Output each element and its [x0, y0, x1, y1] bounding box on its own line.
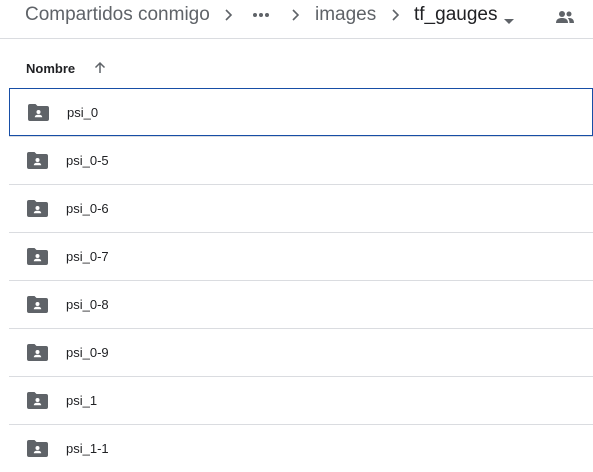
breadcrumb-current[interactable]: tf_gauges: [414, 3, 497, 27]
list-header: Nombre: [9, 40, 593, 88]
sort-by-name-label[interactable]: Nombre: [26, 61, 75, 76]
breadcrumb-folder[interactable]: images: [315, 3, 376, 27]
list-item[interactable]: psi_1-1: [9, 424, 593, 472]
shared-folder-icon: [27, 440, 48, 457]
file-name: psi_0: [67, 105, 99, 120]
shared-folder-icon: [27, 296, 48, 313]
chevron-right-icon: [386, 6, 404, 24]
list-item[interactable]: psi_0-8: [9, 280, 593, 328]
caret-down-icon[interactable]: [504, 12, 514, 24]
list-item[interactable]: psi_0-9: [9, 328, 593, 376]
file-name: psi_0-7: [66, 249, 109, 264]
list-item[interactable]: psi_0-6: [9, 184, 593, 232]
list-item[interactable]: psi_0: [9, 88, 593, 136]
people-icon[interactable]: [555, 8, 575, 26]
file-name: psi_0-8: [66, 297, 109, 312]
file-name: psi_0-6: [66, 201, 109, 216]
shared-folder-icon: [27, 344, 48, 361]
more-horiz-icon[interactable]: [253, 13, 271, 19]
shared-folder-icon: [27, 152, 48, 169]
shared-folder-icon: [27, 200, 48, 217]
file-name: psi_1: [66, 393, 98, 408]
arrow-upward-icon[interactable]: [92, 60, 108, 76]
chevron-right-icon: [219, 6, 237, 24]
list-item[interactable]: psi_0-7: [9, 232, 593, 280]
breadcrumb-root[interactable]: Compartidos conmigo: [25, 3, 210, 27]
file-name: psi_1-1: [66, 441, 109, 456]
shared-folder-icon: [27, 392, 48, 409]
file-name: psi_0-5: [66, 153, 109, 168]
list-item[interactable]: psi_1: [9, 376, 593, 424]
shared-folder-icon: [27, 248, 48, 265]
breadcrumb: Compartidos conmigo images tf_gauges: [0, 0, 593, 39]
list-item[interactable]: psi_0-5: [9, 136, 593, 184]
file-name: psi_0-9: [66, 345, 109, 360]
shared-folder-icon: [28, 104, 49, 121]
chevron-right-icon: [286, 6, 304, 24]
